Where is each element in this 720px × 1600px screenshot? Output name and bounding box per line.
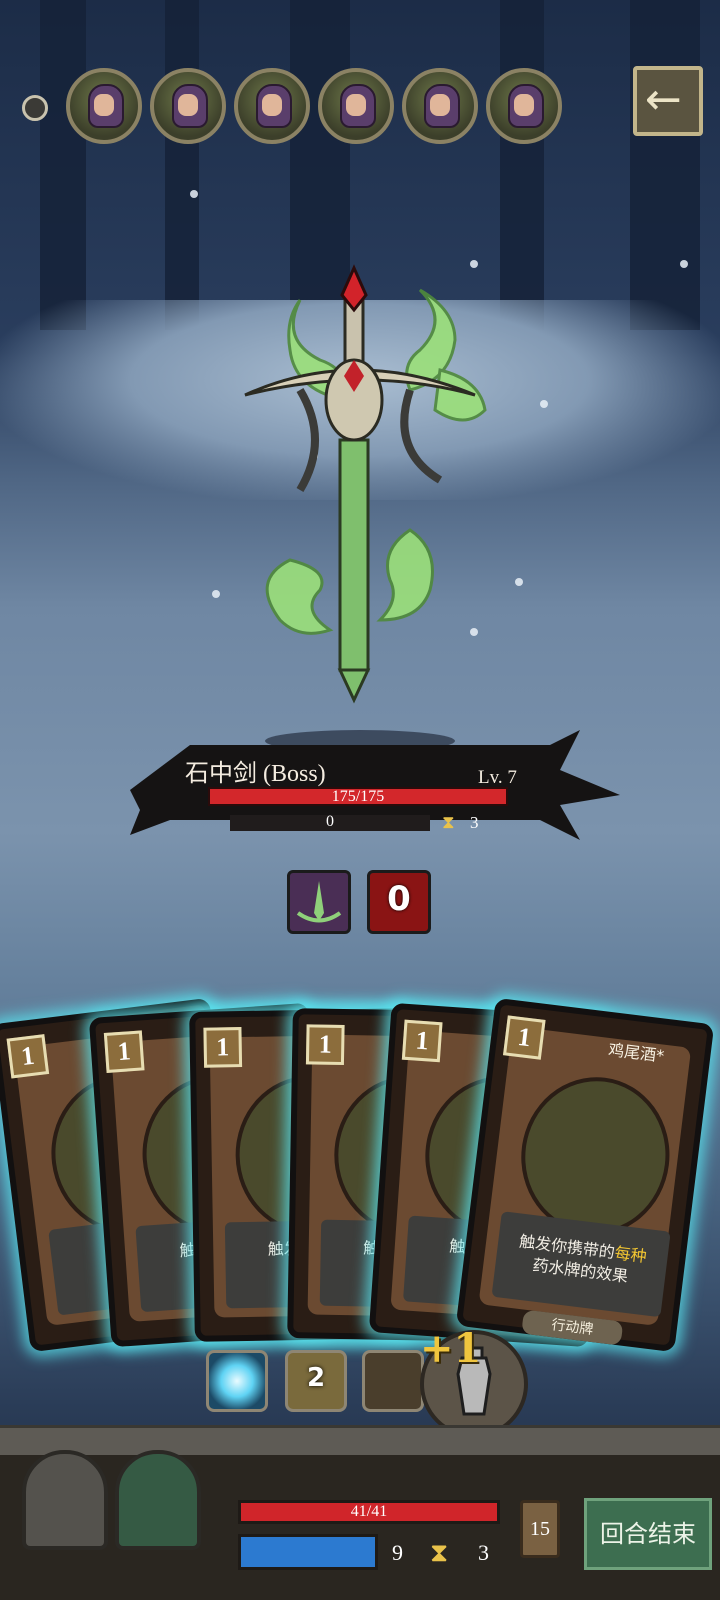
hourglass-icon: ⧗ [430, 1538, 449, 1568]
rage-intent-icon[interactable]: 0 [367, 870, 431, 934]
player-energy: 9 [392, 1540, 403, 1565]
rage-intent-value: 0 [387, 879, 411, 919]
boss-hp-text: 175/175 [331, 788, 385, 805]
end-turn-button[interactable]: 回合结束 [584, 1498, 712, 1570]
card-cost: 1 [116, 1036, 132, 1067]
card-cost: 1 [19, 1040, 37, 1072]
boss-turn-counter: 3 [470, 813, 479, 832]
energy-orb-icon[interactable] [206, 1350, 268, 1412]
crystal-relic-icon[interactable] [362, 1350, 424, 1412]
boss-shield-text: 0 [326, 813, 334, 830]
potion-portrait[interactable] [115, 1450, 201, 1550]
boss-shadow [265, 730, 455, 752]
boss-level: Lv. 7 [478, 767, 517, 788]
boss-sword-sprite[interactable] [0, 0, 720, 720]
sword-intent-icon[interactable] [287, 870, 351, 934]
hourglass-icon: ⧗ [442, 812, 455, 833]
player-portrait[interactable] [22, 1450, 108, 1550]
relic-count: 2 [306, 1363, 326, 1393]
player-turn-counter: 3 [478, 1540, 489, 1565]
deck-count: 15 [530, 1518, 550, 1540]
hand-card-cocktail[interactable]: 1 鸡尾酒* 触发你携带的每种 药水牌的效果 行动牌 [455, 997, 715, 1353]
herb-relic-icon[interactable]: 2 [285, 1350, 347, 1412]
boss-name: 石中剑 (Boss) [185, 761, 326, 787]
shaker-badge: +1 [420, 1325, 482, 1372]
card-cost: 1 [215, 1032, 230, 1062]
player-hp-text: 41/41 [350, 1503, 388, 1520]
card-cost: 1 [318, 1029, 333, 1059]
card-cost: 1 [414, 1025, 430, 1056]
card-cost: 1 [516, 1021, 533, 1053]
player-shield-bar [238, 1534, 378, 1570]
stone-wall [0, 1425, 720, 1459]
deck-pile[interactable]: 15 [520, 1500, 560, 1558]
end-turn-label: 回合结束 [600, 1520, 696, 1548]
